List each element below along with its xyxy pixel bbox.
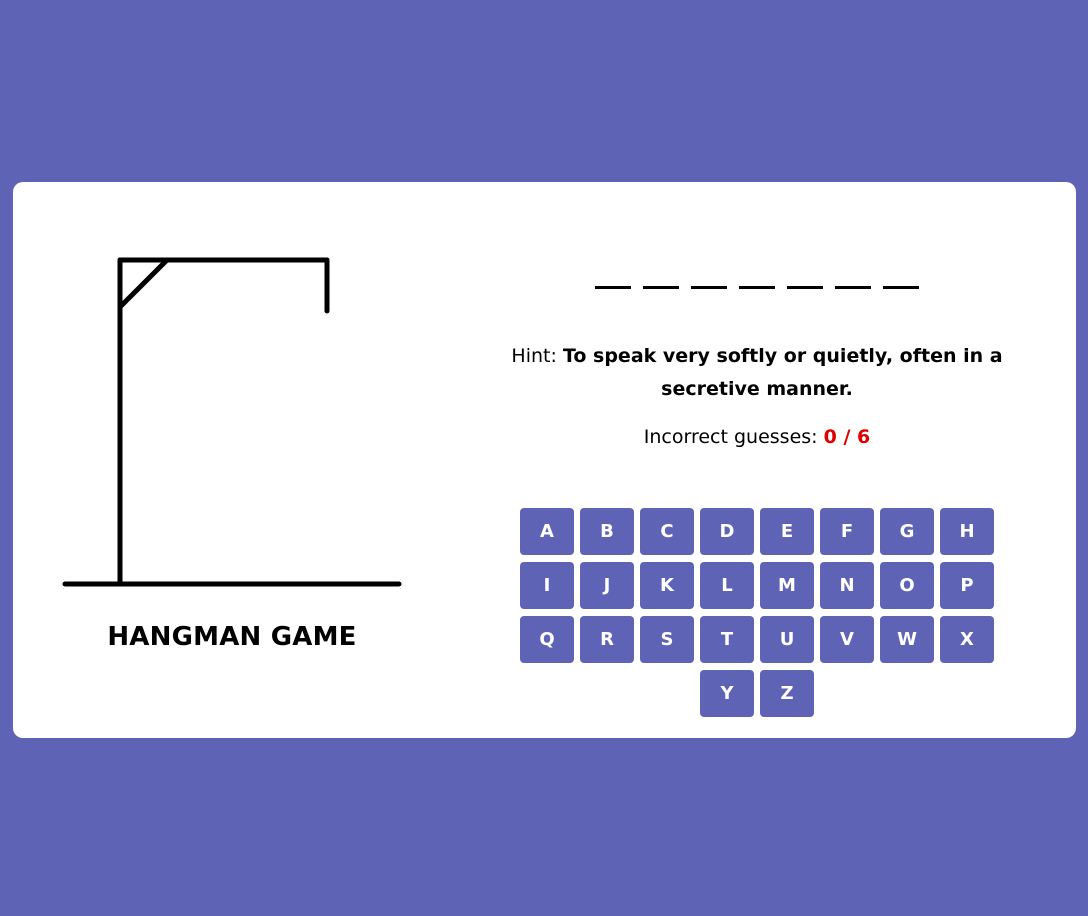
key-c-button[interactable]: C (640, 508, 694, 555)
letter-slot (835, 286, 871, 289)
incorrect-guesses-count: 0 / 6 (823, 426, 871, 448)
key-g-button[interactable]: G (880, 508, 934, 555)
incorrect-guesses-label: Incorrect guesses: (643, 426, 818, 448)
key-r-button[interactable]: R (580, 616, 634, 663)
key-l-button[interactable]: L (700, 562, 754, 609)
key-y-button[interactable]: Y (700, 670, 754, 717)
key-f-button[interactable]: F (820, 508, 874, 555)
hint-label: Hint: (511, 345, 557, 367)
letter-slot (691, 286, 727, 289)
key-a-button[interactable]: A (520, 508, 574, 555)
key-h-button[interactable]: H (940, 508, 994, 555)
hint-value: To speak very softly or quietly, often i… (562, 345, 1003, 400)
key-m-button[interactable]: M (760, 562, 814, 609)
game-card: HANGMAN GAME Hint: To speak very softly … (13, 182, 1076, 738)
key-u-button[interactable]: U (760, 616, 814, 663)
key-o-button[interactable]: O (880, 562, 934, 609)
key-t-button[interactable]: T (700, 616, 754, 663)
gallows-drawing (62, 257, 402, 587)
game-panel: Hint: To speak very softly or quietly, o… (475, 182, 1039, 738)
key-d-button[interactable]: D (700, 508, 754, 555)
hangman-panel: HANGMAN GAME (13, 182, 453, 738)
key-q-button[interactable]: Q (520, 616, 574, 663)
key-b-button[interactable]: B (580, 508, 634, 555)
key-j-button[interactable]: J (580, 562, 634, 609)
hint-text: Hint: To speak very softly or quietly, o… (475, 340, 1039, 406)
letter-slot (595, 286, 631, 289)
key-w-button[interactable]: W (880, 616, 934, 663)
key-v-button[interactable]: V (820, 616, 874, 663)
letter-slot (787, 286, 823, 289)
gallows-brace (117, 257, 170, 310)
key-z-button[interactable]: Z (760, 670, 814, 717)
game-title: HANGMAN GAME (107, 622, 357, 652)
key-p-button[interactable]: P (940, 562, 994, 609)
letter-slot (643, 286, 679, 289)
key-k-button[interactable]: K (640, 562, 694, 609)
letter-keyboard: ABCDEFGH IJKLMNOP QRSTUVWX YZ (491, 508, 1023, 717)
incorrect-guesses: Incorrect guesses: 0 / 6 (475, 426, 1039, 448)
word-display (475, 286, 1039, 289)
key-n-button[interactable]: N (820, 562, 874, 609)
key-x-button[interactable]: X (940, 616, 994, 663)
letter-slot (739, 286, 775, 289)
key-e-button[interactable]: E (760, 508, 814, 555)
key-s-button[interactable]: S (640, 616, 694, 663)
letter-slot (883, 286, 919, 289)
key-i-button[interactable]: I (520, 562, 574, 609)
